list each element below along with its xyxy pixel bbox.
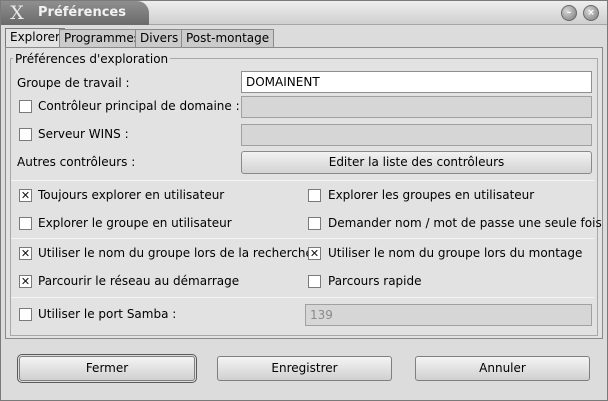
close-button[interactable]: Fermer [17,354,197,383]
group-name-mount-checkbox[interactable]: ✕ [308,247,321,260]
pdc-label: Contrôleur principal de domaine : [38,99,240,113]
tab-programmes[interactable]: Programmes [59,29,145,48]
minimize-icon[interactable]: – [561,5,577,21]
save-button[interactable]: Enregistrer [217,356,392,381]
samba-port-label: Utiliser le port Samba : [38,307,177,321]
samba-port-input[interactable]: 139 [305,304,592,326]
always-browse-user-label: Toujours explorer en utilisateur [38,188,225,202]
scan-network-startup-label: Parcourir le réseau au démarrage [38,274,240,288]
wins-checkbox[interactable] [19,128,32,141]
edit-controllers-button[interactable]: Editer la liste des contrôleurs [241,151,592,174]
other-controllers-label: Autres contrôleurs : [17,155,136,169]
window-title: Préférences [38,5,126,20]
title-tab: X Préférences [1,1,149,25]
workgroup-label: Groupe de travail : [17,76,130,90]
browse-groups-user-checkbox[interactable] [308,189,321,202]
title-bar[interactable]: X Préférences – × [1,1,607,25]
pdc-checkbox[interactable] [19,100,32,113]
separator [11,180,594,181]
separator [11,297,594,298]
close-icon[interactable]: × [583,5,599,21]
browse-group-user-label: Explorer le groupe en utilisateur [38,216,232,230]
workgroup-input[interactable] [241,71,592,93]
wins-input[interactable] [241,124,592,146]
group-name-mount-label: Utiliser le nom du groupe lors du montag… [328,246,583,260]
group-title: Préférences d'exploration [13,52,171,66]
tab-explorer[interactable]: Explorer [5,28,65,49]
ask-password-once-checkbox[interactable] [308,217,321,230]
browse-group-user-checkbox[interactable] [19,217,32,230]
cancel-button[interactable]: Annuler [415,356,590,381]
quick-scan-checkbox[interactable] [308,275,321,288]
separator [11,238,594,239]
browse-groups-user-label: Explorer les groupes en utilisateur [328,188,535,202]
group-name-search-label: Utiliser le nom du groupe lors de la rec… [38,246,313,260]
samba-port-checkbox[interactable] [19,308,32,321]
scan-network-startup-checkbox[interactable]: ✕ [19,275,32,288]
always-browse-user-checkbox[interactable]: ✕ [19,189,32,202]
pdc-input[interactable] [241,96,592,118]
tab-post-montage[interactable]: Post-montage [181,29,275,48]
ask-password-once-label: Demander nom / mot de passe une seule fo… [328,216,602,230]
quick-scan-label: Parcours rapide [328,274,422,288]
wins-label: Serveur WINS : [38,127,129,141]
tab-divers[interactable]: Divers [135,29,184,48]
preferences-window: X Préférences – × Explorer Programmes Di… [0,0,608,401]
x-icon: X [10,2,24,24]
group-name-search-checkbox[interactable]: ✕ [19,247,32,260]
